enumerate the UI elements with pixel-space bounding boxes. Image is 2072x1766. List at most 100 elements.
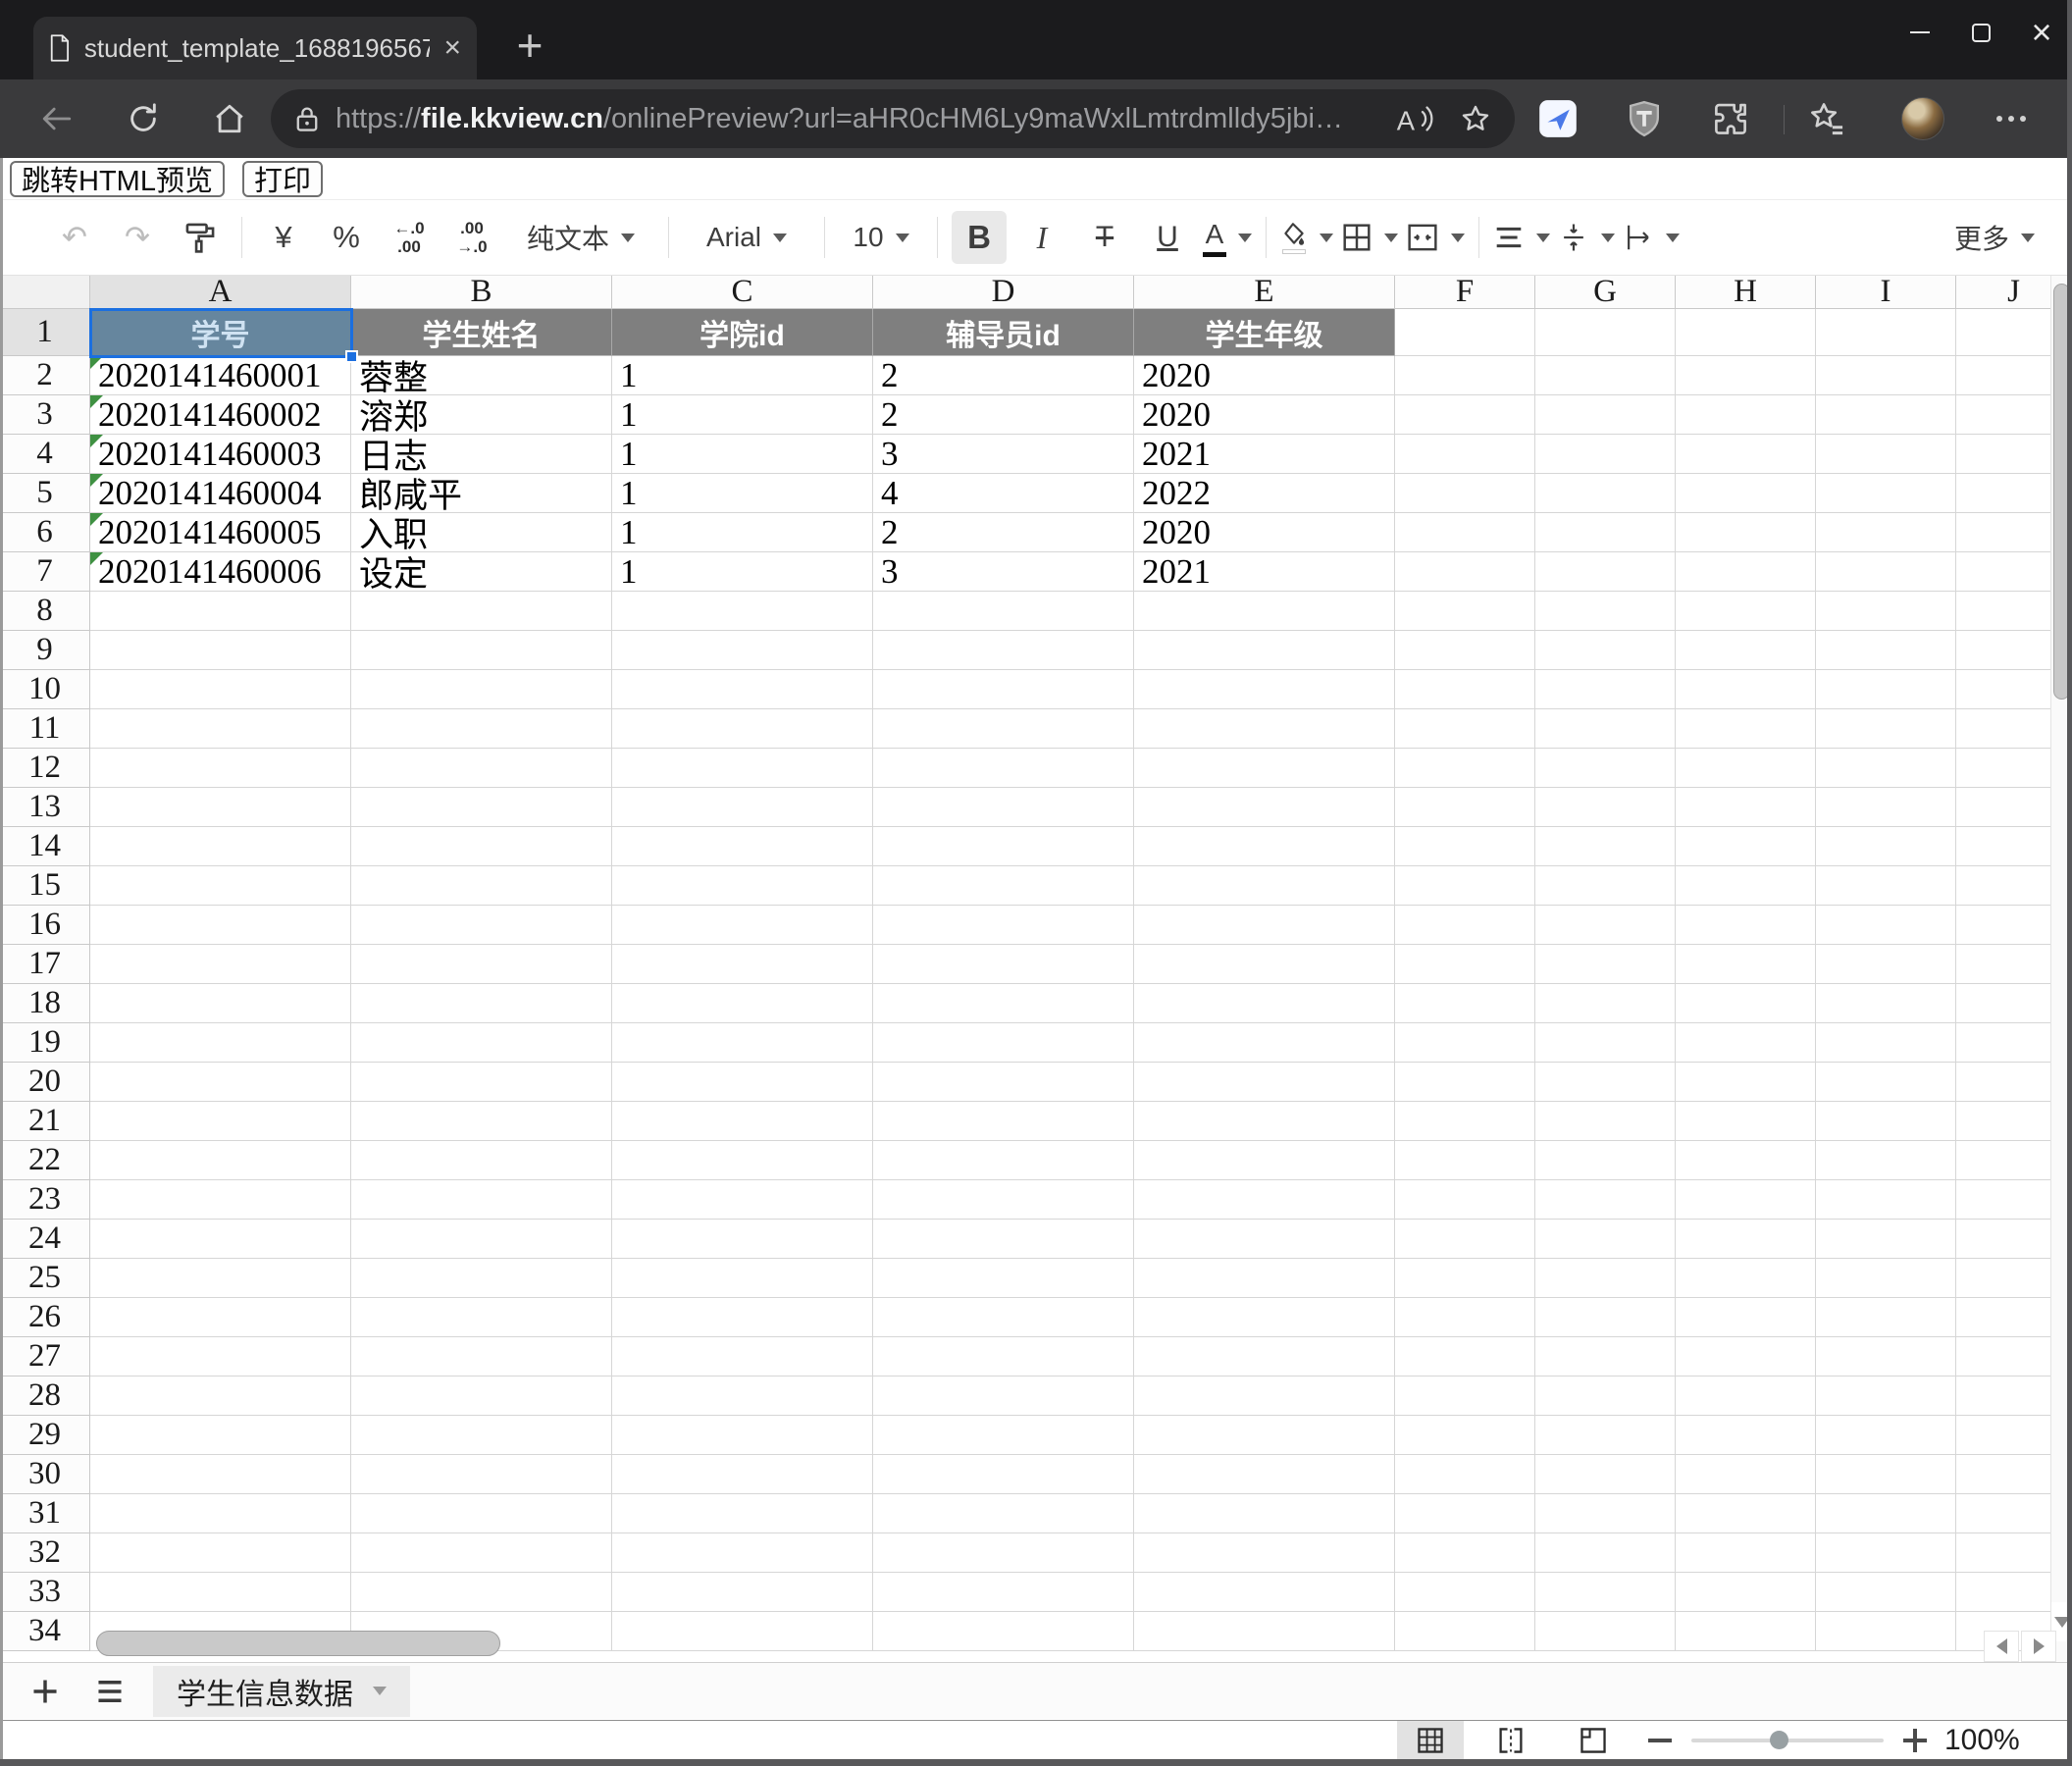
row-header-17[interactable]: 17: [0, 945, 90, 984]
cell-H33[interactable]: [1676, 1573, 1816, 1612]
cell-D26[interactable]: [873, 1298, 1134, 1337]
cell-E9[interactable]: [1134, 631, 1395, 670]
decrease-decimal-button[interactable]: ←.0.00: [382, 211, 437, 264]
cell-D28[interactable]: [873, 1376, 1134, 1416]
cell-D21[interactable]: [873, 1102, 1134, 1141]
cell-E31[interactable]: [1134, 1494, 1395, 1533]
cell-I30[interactable]: [1816, 1455, 1956, 1494]
cell-G11[interactable]: [1535, 709, 1676, 749]
cell-G10[interactable]: [1535, 670, 1676, 709]
cell-B12[interactable]: [351, 749, 612, 788]
cell-B17[interactable]: [351, 945, 612, 984]
cell-F21[interactable]: [1395, 1102, 1535, 1141]
cell-F3[interactable]: [1395, 395, 1535, 435]
cell-F22[interactable]: [1395, 1141, 1535, 1180]
cell-D19[interactable]: [873, 1023, 1134, 1063]
more-menu-button[interactable]: 更多: [1954, 218, 2035, 257]
cell-E18[interactable]: [1134, 984, 1395, 1023]
cell-A13[interactable]: [90, 788, 351, 827]
cell-A6[interactable]: 2020141460005: [90, 513, 351, 552]
cell-D13[interactable]: [873, 788, 1134, 827]
cell-G8[interactable]: [1535, 592, 1676, 631]
cell-C12[interactable]: [612, 749, 873, 788]
cell-H14[interactable]: [1676, 827, 1816, 866]
cell-B16[interactable]: [351, 906, 612, 945]
cell-G29[interactable]: [1535, 1416, 1676, 1455]
cell-C2[interactable]: 1: [612, 356, 873, 395]
cell-F18[interactable]: [1395, 984, 1535, 1023]
cell-F13[interactable]: [1395, 788, 1535, 827]
cell-F17[interactable]: [1395, 945, 1535, 984]
cell-G18[interactable]: [1535, 984, 1676, 1023]
cell-G16[interactable]: [1535, 906, 1676, 945]
row-header-8[interactable]: 8: [0, 592, 90, 631]
cell-D25[interactable]: [873, 1259, 1134, 1298]
cell-B24[interactable]: [351, 1220, 612, 1259]
cell-F26[interactable]: [1395, 1298, 1535, 1337]
cell-C24[interactable]: [612, 1220, 873, 1259]
cell-D30[interactable]: [873, 1455, 1134, 1494]
cell-A5[interactable]: 2020141460004: [90, 474, 351, 513]
cell-I12[interactable]: [1816, 749, 1956, 788]
cell-D16[interactable]: [873, 906, 1134, 945]
cell-C17[interactable]: [612, 945, 873, 984]
cell-G31[interactable]: [1535, 1494, 1676, 1533]
cell-H30[interactable]: [1676, 1455, 1816, 1494]
font-size-dropdown[interactable]: 10: [839, 222, 923, 253]
cell-E16[interactable]: [1134, 906, 1395, 945]
row-header-28[interactable]: 28: [0, 1376, 90, 1416]
cell-F19[interactable]: [1395, 1023, 1535, 1063]
column-header-G[interactable]: G: [1535, 276, 1676, 309]
cell-I1[interactable]: [1816, 309, 1956, 356]
cell-B5[interactable]: 郎咸平: [351, 474, 612, 513]
cell-G32[interactable]: [1535, 1533, 1676, 1573]
cell-G26[interactable]: [1535, 1298, 1676, 1337]
cell-H2[interactable]: [1676, 356, 1816, 395]
horizontal-scrollbar-thumb[interactable]: [96, 1631, 500, 1656]
cell-A27[interactable]: [90, 1337, 351, 1376]
cell-A3[interactable]: 2020141460002: [90, 395, 351, 435]
cell-A1[interactable]: 学号: [90, 309, 351, 356]
add-sheet-button[interactable]: [26, 1672, 65, 1711]
cell-B22[interactable]: [351, 1141, 612, 1180]
zoom-in-button[interactable]: [1893, 1721, 1937, 1759]
row-header-29[interactable]: 29: [0, 1416, 90, 1455]
cell-F32[interactable]: [1395, 1533, 1535, 1573]
cell-B27[interactable]: [351, 1337, 612, 1376]
cell-D1[interactable]: 辅导员id: [873, 309, 1134, 356]
percent-format-button[interactable]: %: [319, 211, 374, 264]
cell-D11[interactable]: [873, 709, 1134, 749]
cell-A25[interactable]: [90, 1259, 351, 1298]
column-header-H[interactable]: H: [1676, 276, 1816, 309]
row-header-4[interactable]: 4: [0, 435, 90, 474]
tampermonkey-shield-icon[interactable]: [1625, 99, 1664, 138]
cell-G23[interactable]: [1535, 1180, 1676, 1220]
cell-C31[interactable]: [612, 1494, 873, 1533]
cell-D23[interactable]: [873, 1180, 1134, 1220]
cell-I7[interactable]: [1816, 552, 1956, 592]
cell-I29[interactable]: [1816, 1416, 1956, 1455]
row-header-20[interactable]: 20: [0, 1063, 90, 1102]
cell-B26[interactable]: [351, 1298, 612, 1337]
merge-cells-button[interactable]: [1406, 222, 1465, 253]
cell-E3[interactable]: 2020: [1134, 395, 1395, 435]
address-bar[interactable]: https://file.kkview.cn/onlinePreview?url…: [271, 89, 1515, 148]
cell-D33[interactable]: [873, 1573, 1134, 1612]
cell-H8[interactable]: [1676, 592, 1816, 631]
cell-C20[interactable]: [612, 1063, 873, 1102]
cell-B32[interactable]: [351, 1533, 612, 1573]
cell-I34[interactable]: [1816, 1612, 1956, 1651]
cell-I22[interactable]: [1816, 1141, 1956, 1180]
borders-button[interactable]: [1341, 222, 1398, 253]
cell-F31[interactable]: [1395, 1494, 1535, 1533]
cell-F9[interactable]: [1395, 631, 1535, 670]
cell-H18[interactable]: [1676, 984, 1816, 1023]
cell-G4[interactable]: [1535, 435, 1676, 474]
cell-A4[interactable]: 2020141460003: [90, 435, 351, 474]
cell-E25[interactable]: [1134, 1259, 1395, 1298]
cell-C29[interactable]: [612, 1416, 873, 1455]
underline-button[interactable]: U: [1140, 211, 1195, 264]
cell-H9[interactable]: [1676, 631, 1816, 670]
cell-F8[interactable]: [1395, 592, 1535, 631]
cell-A21[interactable]: [90, 1102, 351, 1141]
